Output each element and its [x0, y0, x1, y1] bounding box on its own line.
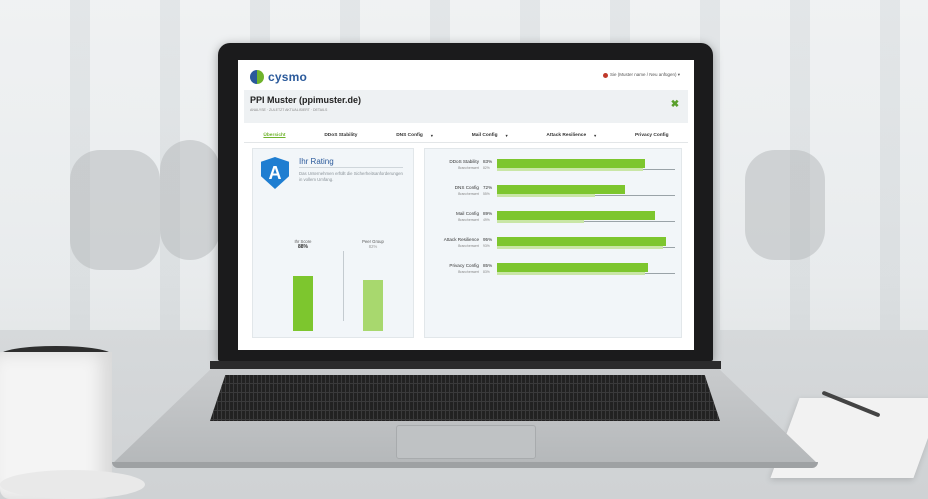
your-score-bar	[293, 276, 313, 331]
category-label: Attack Resilience	[443, 237, 479, 242]
score-divider	[343, 251, 344, 321]
category-label: Mail Config	[456, 211, 479, 216]
tab-mail-config[interactable]: Mail Config ▾	[472, 133, 508, 138]
laptop-trackpad	[396, 425, 536, 459]
rating-description: Das Unternehmen erfüllt die Sicherheitsa…	[299, 171, 403, 182]
caret-down-icon: ▾	[430, 132, 433, 138]
peer-score-column: Peer Group 82%	[351, 239, 395, 331]
tab-bar: Übersicht DDoS Stability DNS Config ▾ Mai…	[244, 128, 688, 143]
laptop-screen: cysmo Sie (Muster name / Neu anfügen) ▾ …	[238, 60, 694, 350]
category-sublabel: Branchenwert	[458, 218, 479, 222]
category-sublabel: Branchenwert	[458, 244, 479, 248]
category-bar-row[interactable]: DNS Config Branchenwert 72% 55%	[425, 183, 681, 203]
category-bar-fill	[497, 237, 667, 246]
mug-saucer	[0, 470, 145, 499]
category-benchmark-bar	[497, 272, 645, 275]
your-score-value: 88%	[297, 244, 308, 250]
category-sub-value: 49%	[483, 218, 490, 222]
tab-dns-config[interactable]: DNS Config ▾	[396, 133, 433, 138]
background-chair	[745, 150, 825, 260]
tab-attack-resilience[interactable]: Attack Resilience ▾	[546, 133, 596, 138]
category-label: Privacy Config	[449, 263, 479, 268]
category-value: 83%	[483, 159, 493, 164]
category-value: 95%	[483, 237, 493, 242]
category-sublabel: Branchenwert	[458, 270, 479, 274]
category-bar-row[interactable]: DDoS Stability Branchenwert 83% 82%	[425, 157, 681, 177]
caret-down-icon: ▾	[505, 132, 508, 138]
excel-icon[interactable]: ✖	[670, 100, 680, 110]
user-menu-label: Sie (Muster name / Neu anfügen) ▾	[609, 72, 680, 77]
category-bar-row[interactable]: Attack Resilience Branchenwert 95% 93%	[425, 235, 681, 255]
category-value: 85%	[483, 263, 493, 268]
tab-ddos-stability[interactable]: DDoS Stability	[324, 133, 357, 138]
category-sub-value: 93%	[483, 244, 490, 248]
category-sublabel: Branchenwert	[458, 166, 479, 170]
page-header: PPI Muster (ppimuster.de) ANALYSE · ZULE…	[244, 90, 688, 123]
category-bar-fill	[497, 263, 649, 272]
laptop-front-edge	[112, 462, 818, 468]
page-title: PPI Muster (ppimuster.de)	[250, 95, 362, 105]
category-label: DNS Config	[454, 185, 479, 190]
category-bar-row[interactable]: Privacy Config Branchenwert 85% 83%	[425, 261, 681, 281]
laptop-hinge	[210, 361, 721, 369]
category-sub-value: 83%	[483, 270, 490, 274]
tab-privacy-config[interactable]: Privacy Config	[635, 133, 669, 138]
category-sub-value: 55%	[483, 192, 490, 196]
category-sub-value: 82%	[483, 166, 490, 170]
category-label: DDoS Stability	[449, 159, 479, 164]
rating-panel: A Ihr Rating Das Unternehmen erfüllt die…	[252, 148, 414, 338]
laptop-keyboard	[210, 375, 720, 421]
page-subtitle: ANALYSE · ZULETZT AKTUALISIERT · DETAILS	[250, 108, 328, 112]
category-bars-panel: DDoS Stability Branchenwert 83% 82% DNS Conf…	[424, 148, 682, 338]
category-value: 89%	[483, 211, 493, 216]
category-bar-fill	[497, 185, 626, 194]
category-bar-fill	[497, 159, 645, 168]
peer-score-bar	[363, 280, 383, 331]
background-chair	[70, 150, 160, 270]
tab-uebersicht[interactable]: Übersicht	[263, 133, 285, 138]
category-benchmark-bar	[497, 194, 595, 197]
rating-title: Ihr Rating	[299, 157, 334, 166]
background-chair	[160, 140, 220, 260]
shield-grade-icon: A	[261, 157, 289, 189]
peer-score-value: 82%	[368, 244, 378, 249]
app-logo[interactable]: cysmo	[250, 70, 307, 84]
user-icon	[602, 72, 608, 78]
your-score-column: Ihr Score 88%	[281, 239, 325, 331]
category-benchmark-bar	[497, 220, 585, 223]
category-sublabel: Branchenwert	[458, 192, 479, 196]
cysmo-logo-icon	[250, 70, 264, 84]
category-benchmark-bar	[497, 246, 663, 249]
category-bar-fill	[497, 211, 656, 220]
caret-down-icon: ▾	[594, 132, 597, 138]
category-benchmark-bar	[497, 168, 643, 171]
logo-text: cysmo	[268, 70, 308, 84]
category-bar-row[interactable]: Mail Config Branchenwert 89% 49%	[425, 209, 681, 229]
rating-divider	[299, 167, 403, 168]
user-menu[interactable]: Sie (Muster name / Neu anfügen) ▾	[602, 72, 680, 78]
category-value: 72%	[483, 185, 493, 190]
